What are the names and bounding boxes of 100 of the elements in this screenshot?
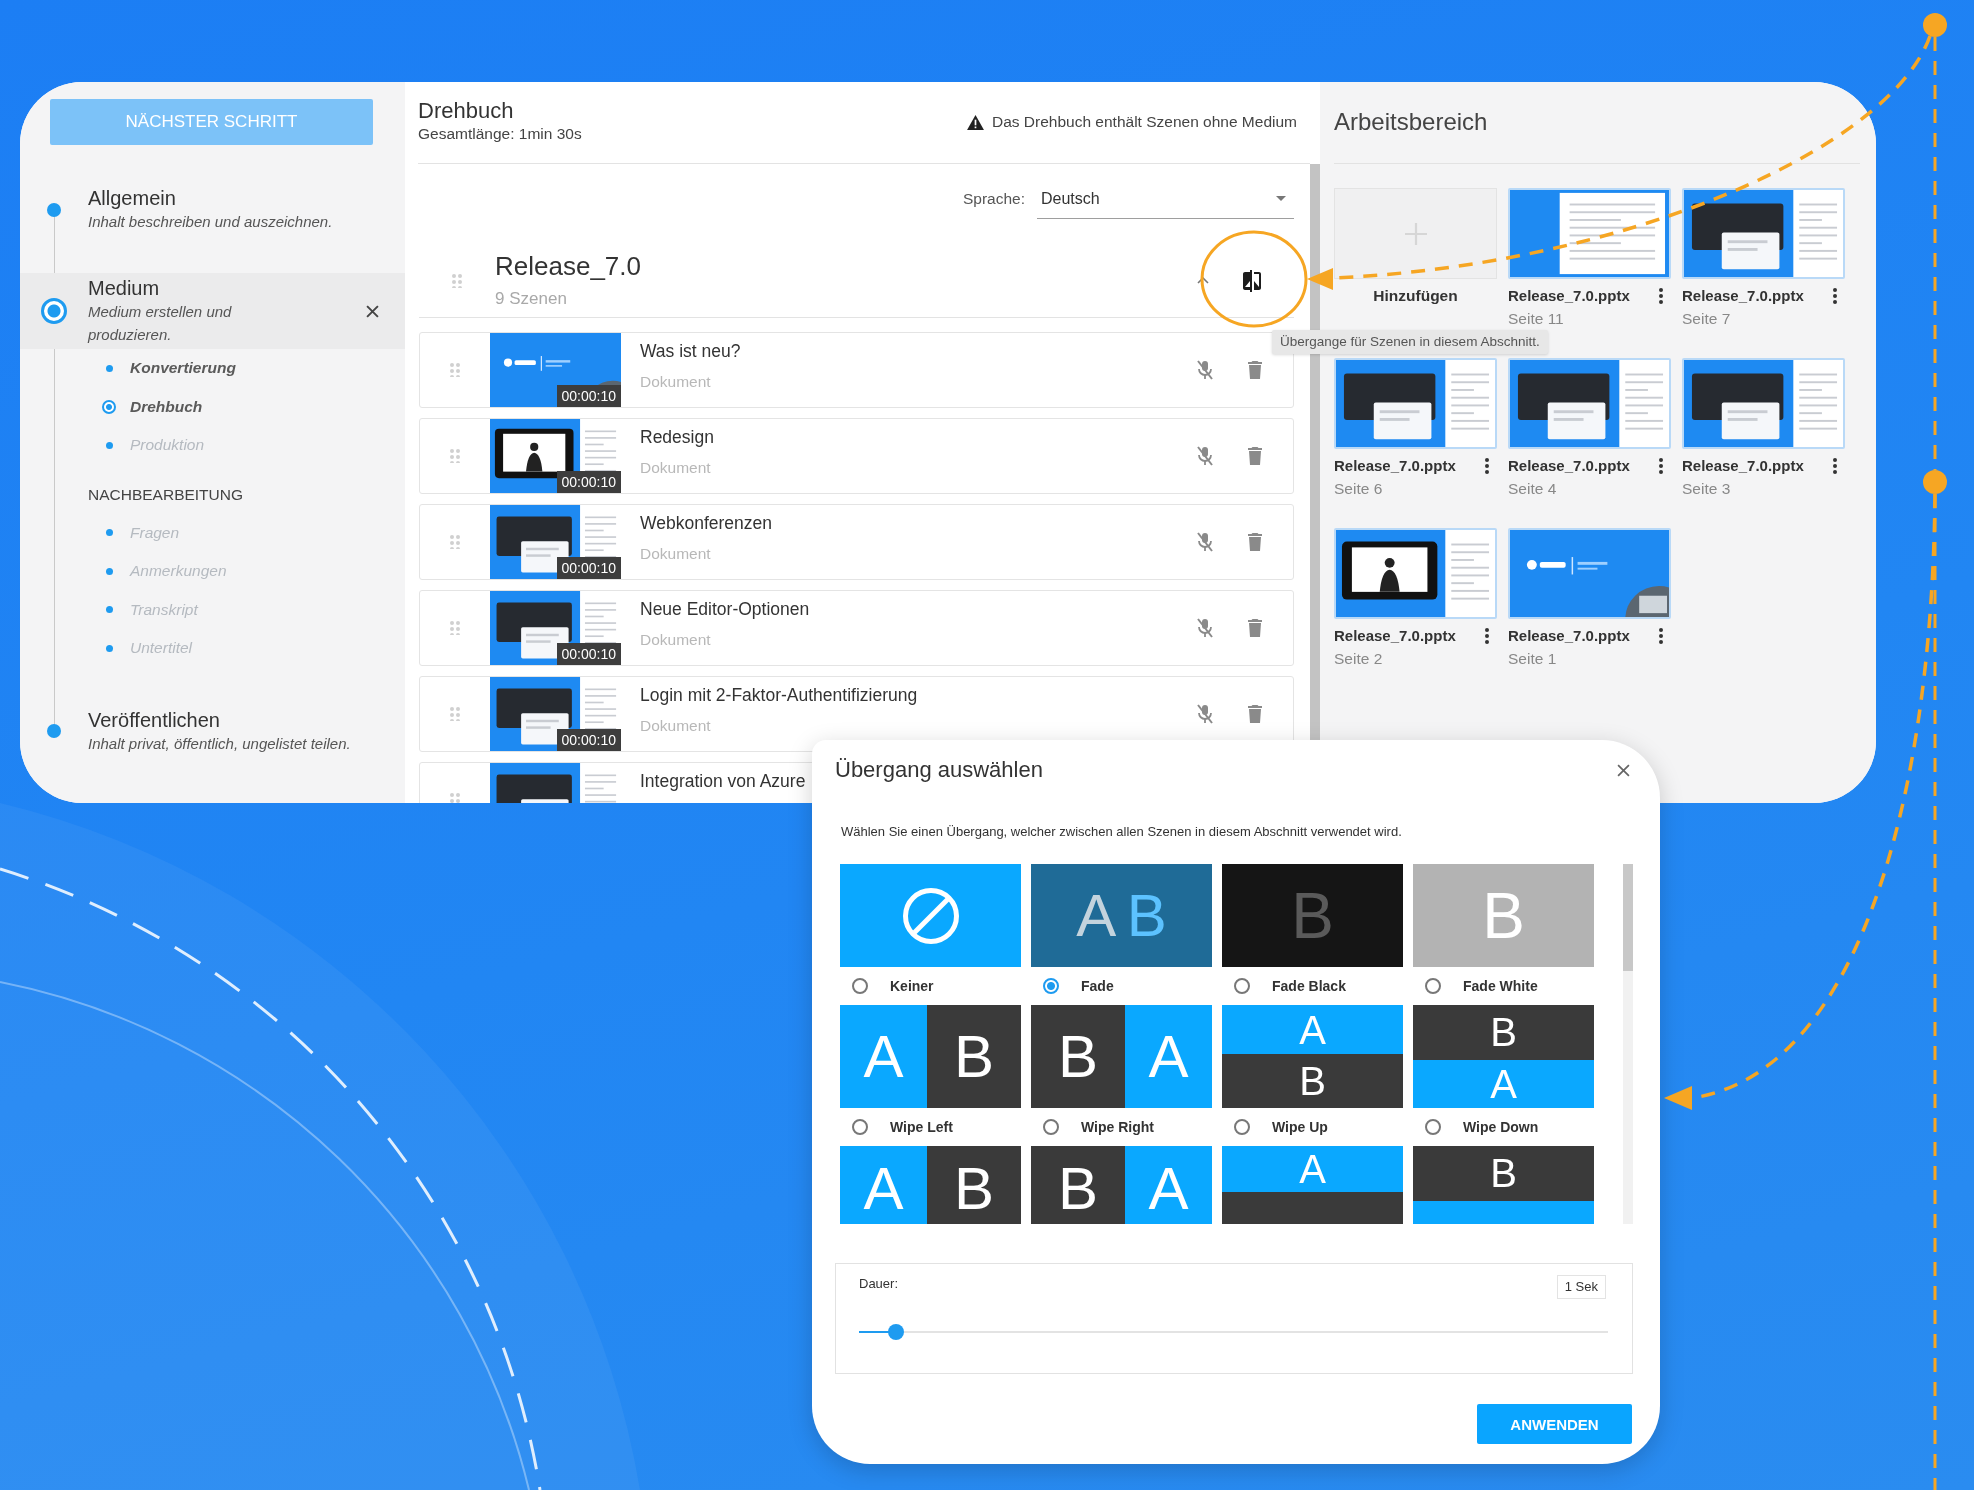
preview-letter: A (863, 1026, 904, 1087)
radio-button[interactable] (1043, 978, 1059, 994)
scene-row[interactable]: 00:00:10 Webkonferenzen Dokument (419, 504, 1294, 580)
radio-button[interactable] (1425, 978, 1441, 994)
mic-off-icon[interactable] (1196, 532, 1214, 552)
preview-letter: A (1299, 1148, 1326, 1189)
scene-row[interactable]: 00:00:10 Redesign Dokument (419, 418, 1294, 494)
scene-type: Dokument (640, 716, 711, 736)
preview-letter: B (1291, 883, 1334, 948)
scene-type: Dokument (640, 372, 711, 392)
script-title: Drehbuch (418, 98, 514, 124)
drag-handle-icon[interactable] (450, 363, 460, 377)
add-tile[interactable] (1334, 188, 1497, 279)
more-icon[interactable] (1659, 288, 1663, 304)
selected-step-highlight[interactable]: Medium Medium erstellen und produzieren. (20, 273, 405, 349)
tooltip: Übergange für Szenen in diesem Abschnitt. (1272, 330, 1548, 354)
preview-letter: B (953, 1159, 994, 1220)
page-label: Seite 1 (1508, 649, 1557, 669)
file-name: Release_7.0.pptx (1334, 626, 1456, 646)
step-description: Medium erstellen und produzieren. (88, 302, 233, 345)
option-label: Fade (1081, 978, 1114, 994)
file-name: Release_7.0.pptx (1508, 286, 1630, 306)
more-icon[interactable] (1833, 288, 1837, 304)
mic-off-icon[interactable] (1196, 360, 1214, 380)
preview-letter: B (1058, 1159, 1099, 1220)
scrollbar[interactable] (1623, 864, 1633, 1224)
scene-title: Integration von Azure (640, 770, 806, 793)
radio-button[interactable] (1043, 1119, 1059, 1135)
duration-badge: 00:00:10 (556, 643, 621, 665)
duration-value: 1 Sek (1556, 1275, 1606, 1299)
preview-letter: B (1299, 1061, 1326, 1102)
warning-icon (966, 114, 984, 130)
substep-link[interactable]: Drehbuch (102, 397, 203, 416)
preview-letter: A (1299, 1009, 1326, 1050)
drag-handle-icon[interactable] (450, 793, 460, 803)
option-label: Wipe Down (1463, 1119, 1539, 1135)
plus-icon (1404, 222, 1427, 245)
trash-icon[interactable] (1248, 619, 1262, 637)
scrollbar-thumb[interactable] (1623, 864, 1633, 971)
scene-row[interactable]: 00:00:10 Login mit 2-Faktor-Authentifizierung Dokument (419, 676, 1294, 752)
radio-button[interactable] (1234, 1119, 1250, 1135)
scene-row[interactable]: 00:00:10 Neue Editor-Optionen Dokument (419, 590, 1294, 666)
radio-button[interactable] (1425, 1119, 1441, 1135)
prohibited-icon (902, 887, 959, 944)
transition-preview[interactable]: B A (1031, 1146, 1212, 1224)
mic-off-icon[interactable] (1196, 446, 1214, 466)
mic-off-icon[interactable] (1196, 704, 1214, 724)
transition-preview[interactable]: A B (840, 1146, 1021, 1224)
workspace-title: Arbeitsbereich (1334, 107, 1488, 137)
trash-icon[interactable] (1248, 705, 1262, 723)
duration-badge: 00:00:10 (556, 557, 621, 579)
warning-text: Das Drehbuch enthält Szenen ohne Medium (991, 112, 1297, 132)
file-name: Release_7.0.pptx (1508, 456, 1630, 476)
path-node (1923, 470, 1947, 494)
scene-title: Neue Editor-Optionen (640, 598, 810, 621)
drag-handle-icon[interactable] (452, 273, 462, 288)
page-label: Seite 6 (1334, 479, 1383, 499)
close-icon[interactable] (366, 304, 379, 318)
transition-preview[interactable]: B A (1031, 1005, 1212, 1108)
preview-letter: A (1490, 1064, 1517, 1105)
option-label: Fade White (1463, 978, 1538, 994)
dialog-description: Wählen Sie einen Übergang, welcher zwischen allen Szenen in diesem Abschnitt verwendet wird. (840, 823, 1402, 841)
preview-letter: A (1076, 885, 1117, 946)
radio-button[interactable] (852, 978, 868, 994)
slider-thumb[interactable] (888, 1324, 905, 1340)
drag-handle-icon[interactable] (450, 449, 460, 463)
trash-icon[interactable] (1248, 361, 1262, 379)
option-label: Fade Black (1272, 978, 1346, 994)
scene-title: Was ist neu? (640, 340, 741, 363)
language-dropdown[interactable]: Deutsch (1037, 179, 1294, 219)
drag-handle-icon[interactable] (450, 707, 460, 721)
substep-link[interactable]: Konvertierung (102, 359, 236, 378)
transition-preview[interactable]: A B (840, 1005, 1021, 1108)
transition-preview[interactable]: B (1413, 1146, 1594, 1224)
preview-letter: B (953, 1026, 994, 1087)
drag-handle-icon[interactable] (450, 535, 460, 549)
more-icon[interactable] (1659, 628, 1663, 644)
trash-icon[interactable] (1248, 533, 1262, 551)
close-icon (1617, 763, 1630, 777)
option-label: Wipe Left (890, 1119, 953, 1135)
close-button[interactable] (1617, 763, 1630, 777)
more-icon[interactable] (1485, 628, 1489, 644)
transition-preview[interactable]: B A (1413, 1005, 1594, 1108)
more-icon[interactable] (1485, 458, 1489, 474)
radio-button[interactable] (1234, 978, 1250, 994)
radio-button[interactable] (852, 1119, 868, 1135)
drag-handle-icon[interactable] (450, 621, 460, 635)
step-description: Inhalt privat, öffentlich, ungelistet teilen. (88, 733, 351, 754)
step-title: Medium (88, 276, 160, 300)
trash-icon[interactable] (1248, 447, 1262, 465)
transition-preview[interactable]: A B (1222, 1005, 1403, 1108)
mic-off-icon[interactable] (1196, 618, 1214, 638)
scene-type: Dokument (640, 630, 711, 650)
page-label: Seite 3 (1682, 479, 1731, 499)
more-icon[interactable] (1659, 458, 1663, 474)
transition-preview[interactable]: A B (1031, 864, 1212, 967)
transition-preview[interactable] (840, 864, 1021, 967)
more-icon[interactable] (1833, 458, 1837, 474)
caret-up-icon[interactable] (1197, 277, 1209, 284)
dropdown-arrow-icon (1276, 196, 1286, 201)
